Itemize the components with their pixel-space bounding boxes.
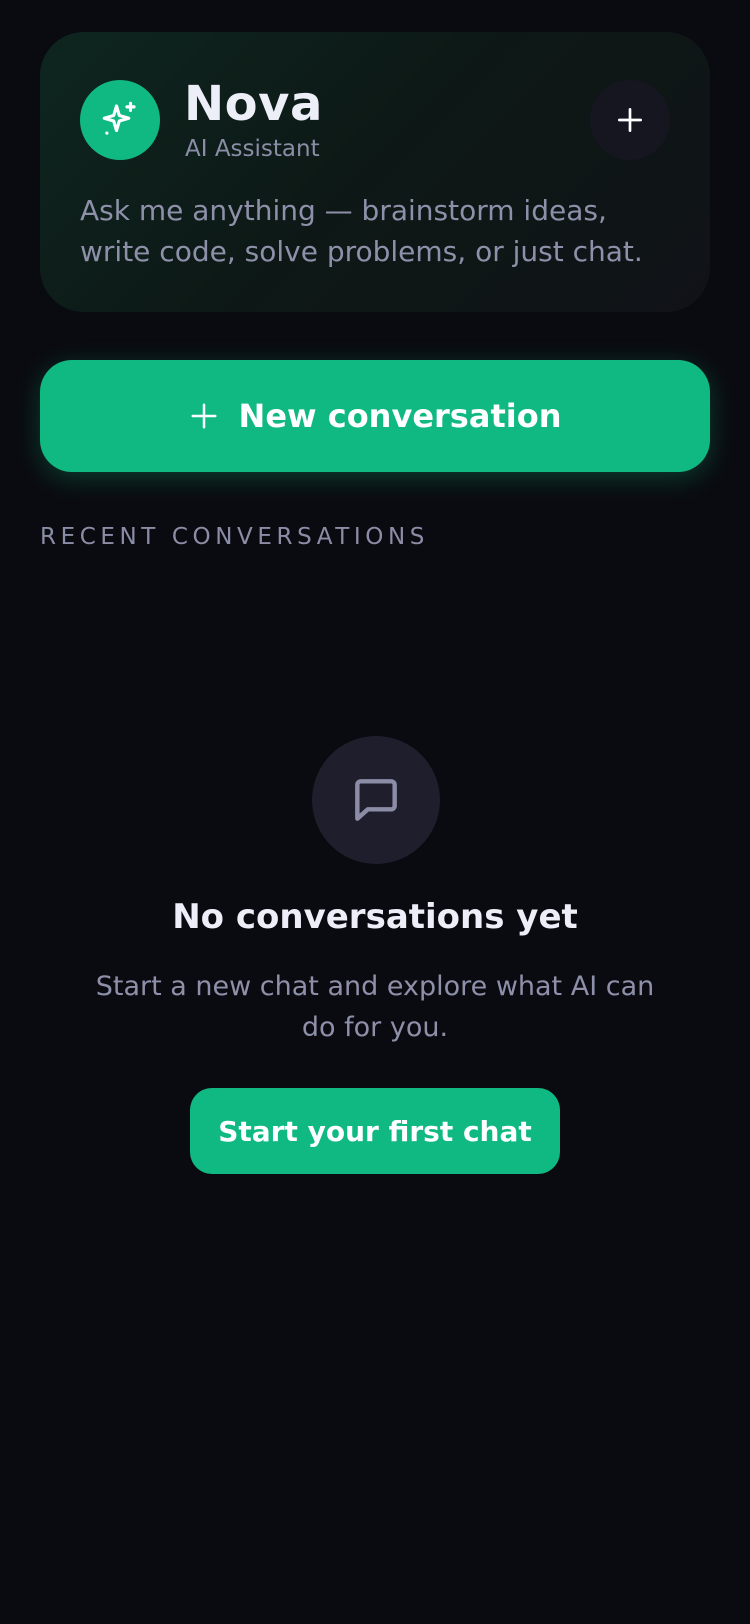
- assistant-subtitle: AI Assistant: [185, 136, 320, 162]
- start-first-chat-button[interactable]: Start your first chat: [190, 1088, 560, 1174]
- start-first-chat-label: Start your first chat: [218, 1114, 532, 1148]
- empty-state-title: No conversations yet: [172, 897, 578, 937]
- brand-avatar: [80, 80, 160, 160]
- empty-state-description: Start a new chat and explore what AI can…: [95, 971, 655, 1043]
- recent-conversations-heading: RECENT CONVERSATIONS: [40, 524, 430, 550]
- assistant-description: Ask me anything — brainstorm ideas, writ…: [80, 194, 643, 268]
- assistant-header-card: Nova AI Assistant Ask me anything — brai…: [40, 32, 710, 312]
- new-conversation-button[interactable]: New conversation: [40, 360, 710, 472]
- message-square-icon: [355, 779, 397, 821]
- plus-icon: [191, 403, 217, 429]
- plus-icon: [618, 108, 642, 132]
- empty-state-icon-circle: [312, 736, 440, 864]
- new-conversation-label: New conversation: [238, 397, 562, 435]
- header-add-button[interactable]: [590, 80, 670, 160]
- sparkles-icon: [102, 101, 136, 135]
- assistant-name: Nova: [184, 76, 323, 132]
